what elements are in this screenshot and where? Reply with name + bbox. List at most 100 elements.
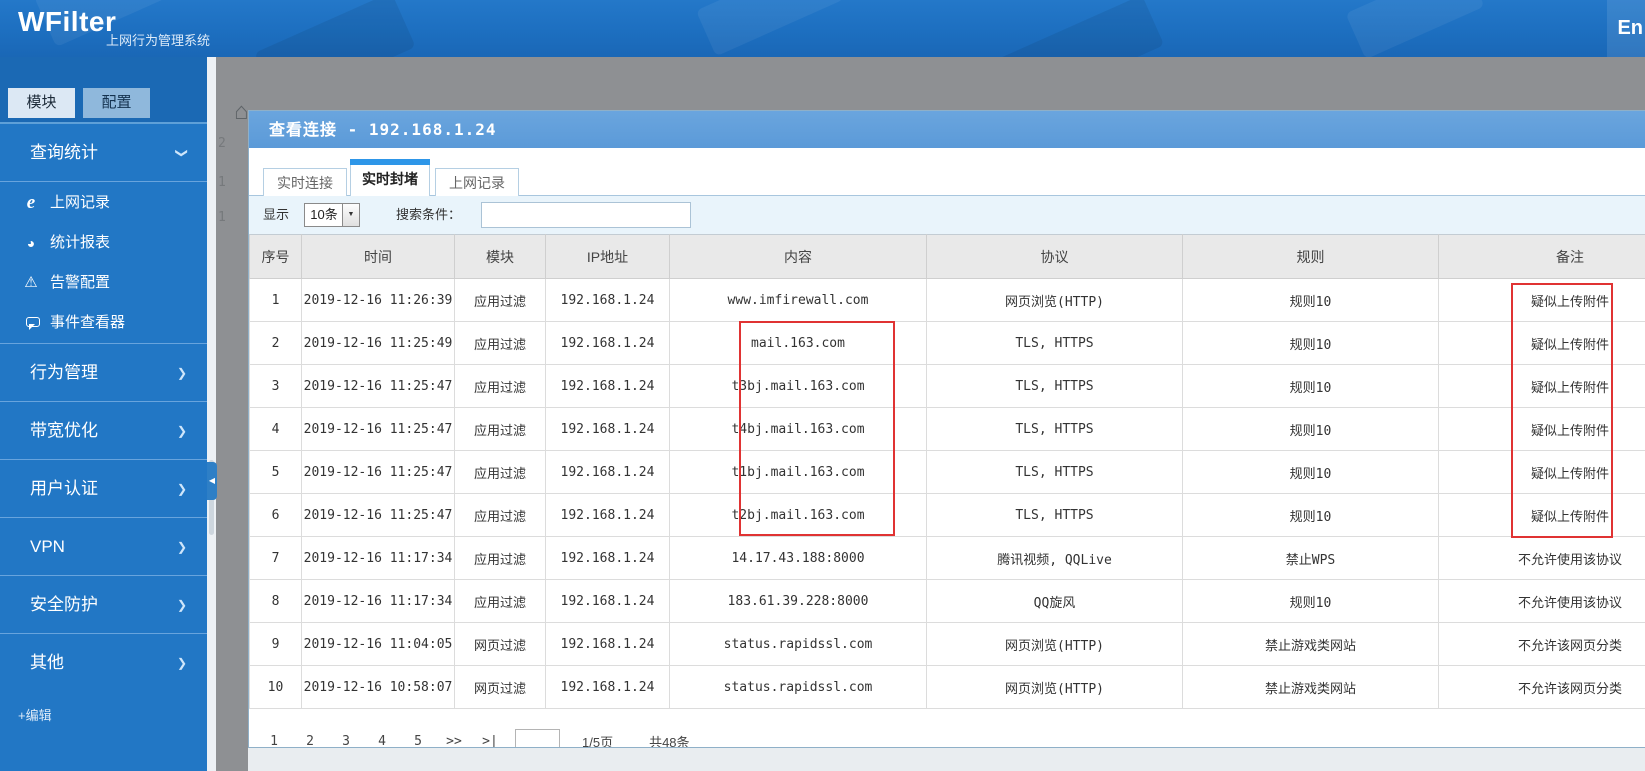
table-toolbar: 显示 10条 ▼ 搜索条件： — [249, 196, 1645, 234]
ie-browser-icon: e — [26, 192, 36, 213]
cell-rule: 规则10 — [1182, 278, 1439, 322]
background-digit: 1 — [218, 175, 226, 190]
sidebar-section-vpn[interactable]: VPN ❯ — [0, 517, 207, 575]
cell-protocol: TLS, HTTPS — [926, 364, 1183, 408]
page-number[interactable]: 2 — [299, 734, 321, 748]
table-row: 1 2019-12-16 11:26:39 应用过滤 192.168.1.24 … — [249, 278, 1645, 322]
tab-realtime-blocks[interactable]: 实时封堵 — [350, 159, 430, 196]
cell-protocol: TLS, HTTPS — [926, 407, 1183, 451]
tab-label: 实时连接 — [277, 175, 333, 191]
cell-content: mail.163.com — [669, 321, 927, 365]
cell-content: t2bj.mail.163.com — [669, 493, 927, 537]
sidebar-collapse-handle[interactable]: ◀ — [207, 462, 217, 500]
keyboard-decor — [995, 0, 1165, 57]
page-size-value: 10条 — [310, 207, 338, 222]
cell-remark: 不允许使用该协议 — [1438, 536, 1645, 580]
keyboard-decor — [254, 0, 416, 57]
sidebar-section-bandwidth[interactable]: 带宽优化 ❯ — [0, 401, 207, 459]
cell-remark: 不允许该网页分类 — [1438, 665, 1645, 709]
table-row: 5 2019-12-16 11:25:47 应用过滤 192.168.1.24 … — [249, 450, 1645, 494]
page-size-select[interactable]: 10条 ▼ — [304, 203, 360, 227]
cell-rule: 禁止游戏类网站 — [1182, 665, 1439, 709]
sidebar-section-query-stats[interactable]: 查询统计 ❯ — [0, 124, 207, 182]
content-edge-strip — [207, 57, 216, 771]
cell-ip: 192.168.1.24 — [545, 278, 670, 322]
cell-content: status.rapidssl.com — [669, 665, 927, 709]
table-row: 4 2019-12-16 11:25:47 应用过滤 192.168.1.24 … — [249, 407, 1645, 451]
cell-time: 2019-12-16 11:26:39 — [301, 278, 455, 322]
last-page-button[interactable]: >| — [479, 734, 501, 748]
sidebar-section-label: 查询统计 — [30, 143, 98, 162]
sidebar-section-behavior[interactable]: 行为管理 ❯ — [0, 343, 207, 401]
language-link[interactable]: En — [1617, 17, 1643, 40]
chevron-right-icon: ❯ — [176, 366, 187, 380]
cell-module: 应用过滤 — [454, 493, 546, 537]
cell-remark: 疑似上传附件 — [1438, 364, 1645, 408]
sidebar-section-user-auth[interactable]: 用户认证 ❯ — [0, 459, 207, 517]
cell-module: 应用过滤 — [454, 579, 546, 623]
sidebar-item-alert-config[interactable]: ⚠ 告警配置 — [0, 263, 207, 303]
next-pages-button[interactable]: >> — [443, 734, 465, 748]
keyboard-decor — [695, 0, 845, 57]
app-root: WFilter 上网行为管理系统 En 模块 配置 查询统计 ❯ e 上网记录 … — [0, 0, 1645, 771]
section-label: VPN — [30, 537, 65, 556]
page-number[interactable]: 4 — [371, 734, 393, 748]
dropdown-arrow-icon[interactable]: ▼ — [342, 204, 359, 226]
cell-remark: 疑似上传附件 — [1438, 321, 1645, 365]
cell-protocol: 网页浏览(HTTP) — [926, 278, 1183, 322]
header-time: 时间 — [301, 234, 455, 279]
submenu-label: 统计报表 — [50, 234, 111, 251]
tab-label: 实时封堵 — [362, 171, 418, 187]
cell-time: 2019-12-16 10:58:07 — [301, 665, 455, 709]
header-remark: 备注 — [1438, 234, 1645, 279]
cell-time: 2019-12-16 11:25:47 — [301, 450, 455, 494]
cell-rule: 规则10 — [1182, 407, 1439, 451]
page-number[interactable]: 5 — [407, 734, 429, 748]
cell-seq: 2 — [249, 321, 302, 365]
page-info: 1/5页 — [582, 734, 614, 748]
cell-ip: 192.168.1.24 — [545, 536, 670, 580]
cell-content: t1bj.mail.163.com — [669, 450, 927, 494]
header-content: 内容 — [669, 234, 927, 279]
sidebar-edit-link[interactable]: +编辑 — [18, 705, 52, 724]
pagination: 1 2 3 4 5 >> >| 1/5页 共48条 — [263, 726, 726, 748]
page-jump-input[interactable] — [515, 729, 560, 747]
header-protocol: 协议 — [926, 234, 1183, 279]
sidebar-item-stat-reports[interactable]: ◕ 统计报表 — [0, 223, 207, 263]
warning-icon: ⚠ — [24, 274, 38, 291]
cell-module: 应用过滤 — [454, 450, 546, 494]
chevron-down-icon: ❯ — [174, 147, 189, 159]
cell-remark: 不允许该网页分类 — [1438, 622, 1645, 666]
chevron-right-icon: ❯ — [176, 424, 187, 438]
sidebar-tab-modules[interactable]: 模块 — [8, 88, 75, 118]
chevron-right-icon: ❯ — [176, 598, 187, 612]
search-label: 搜索条件： — [396, 207, 462, 222]
header-ip: IP地址 — [545, 234, 670, 279]
sidebar-section-others[interactable]: 其他 ❯ — [0, 633, 207, 691]
sidebar-tab-config[interactable]: 配置 — [83, 88, 150, 118]
sidebar-item-web-records[interactable]: e 上网记录 — [0, 183, 207, 223]
sidebar-tabs: 模块 配置 — [8, 88, 158, 118]
cell-time: 2019-12-16 11:04:05 — [301, 622, 455, 666]
header-rule: 规则 — [1182, 234, 1439, 279]
header-module: 模块 — [454, 234, 546, 279]
tab-web-records[interactable]: 上网记录 — [435, 168, 519, 196]
sidebar-item-event-viewer[interactable]: 事件查看器 — [0, 303, 207, 343]
cell-module: 应用过滤 — [454, 364, 546, 408]
page-number[interactable]: 1 — [263, 734, 285, 748]
cell-seq: 9 — [249, 622, 302, 666]
cell-content: www.imfirewall.com — [669, 278, 927, 322]
blocked-records-table: 序号 时间 模块 IP地址 内容 协议 规则 备注 1 2019-12-16 1… — [249, 234, 1645, 709]
search-input[interactable] — [481, 202, 691, 228]
page-number[interactable]: 3 — [335, 734, 357, 748]
table-row: 9 2019-12-16 11:04:05 网页过滤 192.168.1.24 … — [249, 622, 1645, 666]
table-header-row: 序号 时间 模块 IP地址 内容 协议 规则 备注 — [249, 234, 1645, 279]
section-label: 安全防护 — [30, 595, 98, 614]
background-digit: 1 — [218, 210, 226, 225]
tab-realtime-connections[interactable]: 实时连接 — [263, 168, 347, 196]
sidebar-section-security[interactable]: 安全防护 ❯ — [0, 575, 207, 633]
cell-ip: 192.168.1.24 — [545, 407, 670, 451]
cell-protocol: TLS, HTTPS — [926, 450, 1183, 494]
sidebar-submenu: e 上网记录 ◕ 统计报表 ⚠ 告警配置 事件查看器 — [0, 183, 207, 343]
cell-protocol: 网页浏览(HTTP) — [926, 622, 1183, 666]
